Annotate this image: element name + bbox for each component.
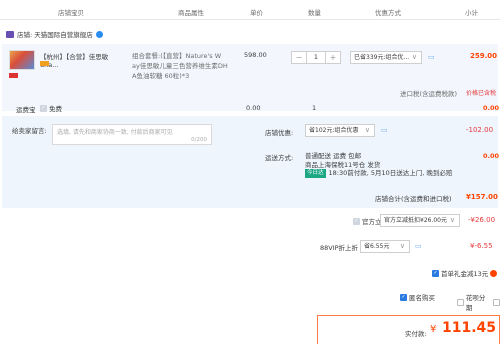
huabei-checkbox[interactable]: [457, 298, 464, 306]
delivery-label: 运送方式:: [265, 154, 294, 162]
huabei-label: 花呗分期: [465, 294, 486, 312]
import-tax-label: 进口税(含运费税款): [400, 90, 458, 98]
delivery-method: 普通配送 运费 包邮: [305, 152, 362, 160]
shipping-checkbox[interactable]: ✓: [40, 104, 47, 112]
huabei-info-icon[interactable]: [493, 298, 500, 306]
gift-option: ✓ 首单礼金减13元: [432, 268, 498, 278]
delivery-eta: 18:30前付款, 5月10日送达上门, 晚到必赔: [328, 169, 453, 177]
anonymous-checkbox[interactable]: ✓: [400, 293, 407, 301]
official-select-value: 官方立减抵扣¥26.00元: [384, 217, 447, 224]
shop-discount-label: 店铺优惠:: [265, 129, 294, 137]
shipping-insurance-label: 运费宝: [16, 106, 36, 114]
header-shop: 店铺宝贝: [58, 9, 84, 17]
final-payment-box: 实付款: ¥ 111.45: [317, 315, 500, 344]
official-value: -¥26.00: [468, 216, 496, 224]
final-currency: ¥: [430, 324, 437, 335]
huabei-option: 花呗分期: [457, 292, 500, 312]
table-header: 店铺宝贝 商品属性 单价 数量 优惠方式 小计: [0, 0, 500, 20]
attr-line: A鱼油软糖 60粒)*3: [132, 72, 190, 80]
header-subtotal: 小计: [465, 9, 478, 17]
chat-icon[interactable]: ▭: [415, 242, 422, 250]
attr-line: 组合套餐:(【直营】Nature's W: [132, 52, 222, 60]
chevron-down-icon: ∨: [449, 216, 455, 224]
tax-tag-icon: [40, 61, 49, 66]
item-subtotal: 259.00: [470, 52, 498, 60]
quantity-stepper: − 1 +: [291, 51, 341, 64]
message-counter: 0/200: [191, 137, 207, 143]
qty-plus-button[interactable]: +: [326, 52, 340, 63]
shop-total-label: 店铺合计(含运费和进口税): [375, 195, 452, 203]
header-attr: 商品属性: [178, 9, 204, 17]
shipping-free: 免费: [49, 105, 62, 113]
vip-label: 88VIP折上折: [320, 244, 359, 252]
shipping-price: 0.00: [246, 104, 261, 112]
item-discount-value: 已省339元:组合优...: [354, 54, 410, 61]
final-label: 实付款:: [405, 330, 427, 338]
header-discount: 优惠方式: [375, 9, 401, 17]
official-discount-select[interactable]: 官方立减抵扣¥26.00元 ∨: [380, 214, 460, 227]
delivery-value: 0.00: [483, 152, 500, 160]
official-checkbox[interactable]: ✓: [353, 217, 360, 225]
product-thumbnail[interactable]: [9, 50, 35, 70]
gift-checkbox[interactable]: ✓: [432, 269, 439, 277]
vip-select[interactable]: 省6.55元 ∨: [360, 240, 410, 253]
anonymous-label: 匿名购买: [409, 294, 435, 302]
shipping-qty: 1: [312, 104, 317, 112]
attr-line: ay佳思敏儿童三色营养维生素DH: [132, 62, 228, 70]
chevron-down-icon: ∨: [364, 126, 370, 134]
qty-input[interactable]: 1: [306, 52, 326, 63]
header-price: 单价: [250, 9, 263, 17]
delivery-info: 普通配送 运费 包邮 商品上海保税11号仓 发货 今日达 18:30前付款, 5…: [305, 152, 452, 178]
chevron-down-icon: ∨: [411, 53, 417, 61]
shipping-insurance: ✓ 免费: [40, 103, 62, 113]
message-placeholder: 选填, 请先和商家协商一致, 付款后商家可见: [57, 129, 173, 136]
wangwang-icon[interactable]: [95, 30, 103, 38]
item-attributes: 组合套餐:(【直营】Nature's W ay佳思敏儿童三色营养维生素DH A鱼…: [132, 51, 247, 81]
shop-row: 店铺: 天猫国际自营旗舰店: [6, 28, 103, 40]
shop-discount-select[interactable]: 省102元:组合优惠 ∨: [305, 124, 375, 137]
shop-total-value: ¥157.00: [466, 193, 498, 201]
message-input[interactable]: 选填, 请先和商家协商一致, 付款后商家可见 0/200: [52, 124, 212, 145]
shop-name[interactable]: 店铺: 天猫国际自营旗舰店: [17, 29, 93, 39]
chat-icon[interactable]: ▭: [428, 53, 435, 61]
qty-minus-button[interactable]: −: [292, 52, 306, 63]
header-qty: 数量: [308, 9, 321, 17]
chevron-down-icon: ∨: [399, 242, 405, 250]
shop-discount-value-text: 省102元:组合优惠: [309, 127, 359, 134]
item-discount-select[interactable]: 已省339元:组合优... ∨: [350, 51, 422, 64]
import-tax-value: 价格已含税: [466, 90, 497, 97]
delivery-from: 商品上海保税11号仓 发货: [305, 160, 381, 169]
message-label: 给卖家留言:: [12, 127, 47, 135]
chat-icon[interactable]: ▭: [381, 126, 388, 134]
today-badge: 今日达: [305, 169, 326, 178]
gift-label: 首单礼金减13元: [441, 270, 489, 278]
vip-select-value: 省6.55元: [364, 243, 390, 250]
vip-value: ¥-6.55: [470, 242, 493, 250]
delivery-eta-row: 今日达 18:30前付款, 5月10日送达上门, 晚到必赔: [305, 169, 452, 178]
item-title[interactable]: 【杭州】【合营】佳思敏dha...: [40, 51, 120, 69]
info-icon[interactable]: [490, 269, 498, 277]
anonymous-option: ✓ 匿名购买: [400, 292, 435, 302]
promo-tag-icon: [9, 73, 18, 78]
final-amount: 111.45: [442, 320, 497, 336]
unit-price: 598.00: [244, 51, 267, 59]
shop-icon: [6, 30, 14, 38]
shipping-value: 0.00: [483, 104, 500, 112]
shop-discount-value: -102.00: [466, 126, 494, 134]
